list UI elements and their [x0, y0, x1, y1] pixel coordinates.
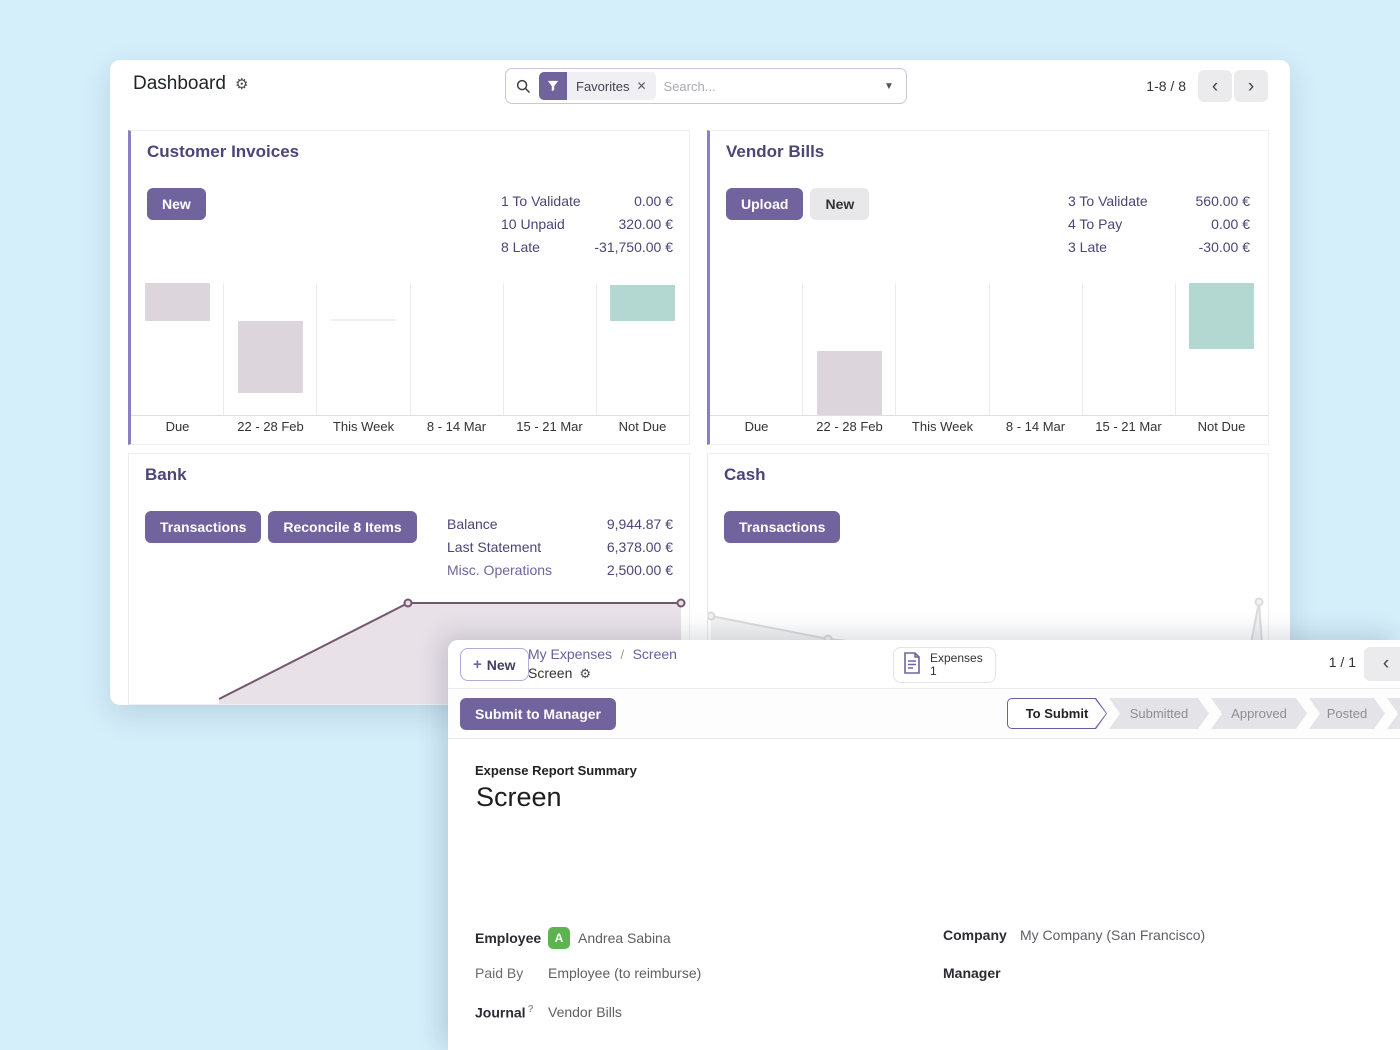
- stat-misc-operations[interactable]: Misc. Operations 2,500.00 €: [447, 559, 673, 582]
- bar-22-28-feb: [817, 351, 882, 415]
- smart-button-count: 1: [930, 665, 983, 678]
- bank-transactions-button[interactable]: Transactions: [145, 511, 261, 543]
- bar-22-28-feb: [238, 321, 303, 393]
- caret-down-icon[interactable]: ▼: [872, 69, 906, 103]
- customer-invoices-bar-chart[interactable]: [131, 283, 689, 416]
- record-pager-count: 1 / 1: [1329, 654, 1356, 670]
- upload-bill-button[interactable]: Upload: [726, 188, 803, 220]
- new-invoice-button[interactable]: New: [147, 188, 206, 220]
- reconcile-button[interactable]: Reconcile 8 Items: [268, 511, 416, 543]
- stat-last-statement: Last Statement 6,378.00 €: [447, 536, 673, 559]
- status-posted[interactable]: Posted: [1309, 698, 1385, 729]
- new-bill-button[interactable]: New: [810, 188, 869, 220]
- card-title[interactable]: Cash: [724, 465, 766, 485]
- filter-icon: [539, 72, 567, 100]
- document-icon: [902, 652, 922, 679]
- control-panel: Dashboard ⚙ Favorites ✕ ▼ 1-8 / 8 ‹ ›: [110, 60, 1290, 112]
- close-icon[interactable]: ✕: [636, 79, 655, 93]
- x-axis-labels: Due 22 - 28 Feb This Week 8 - 14 Mar 15 …: [131, 419, 689, 434]
- bar-not-due: [610, 285, 675, 321]
- card-title[interactable]: Customer Invoices: [147, 142, 299, 162]
- status-done[interactable]: Done: [1387, 698, 1400, 729]
- field-manager[interactable]: Manager: [943, 965, 1020, 981]
- stat-late[interactable]: 8 Late -31,750.00 €: [501, 236, 673, 259]
- search-facet-favorites[interactable]: Favorites ✕: [539, 72, 656, 100]
- dashboard-pager: 1-8 / 8 ‹ ›: [1146, 70, 1268, 102]
- status-submitted[interactable]: Submitted: [1109, 698, 1209, 729]
- record-title: Screen: [528, 664, 572, 683]
- chevron-right-icon[interactable]: ›: [1234, 70, 1268, 102]
- field-employee[interactable]: Employee A Andrea Sabina: [475, 927, 671, 949]
- accounting-dashboard-window: Dashboard ⚙ Favorites ✕ ▼ 1-8 / 8 ‹ ›: [110, 60, 1290, 705]
- search-icon: [516, 79, 531, 94]
- page-title: Dashboard ⚙: [133, 73, 248, 95]
- stat-to-validate[interactable]: 1 To Validate 0.00 €: [501, 190, 673, 213]
- expense-control-panel: + New My Expenses / Screen Screen ⚙ Expe…: [448, 640, 1400, 689]
- cash-transactions-button[interactable]: Transactions: [724, 511, 840, 543]
- stat-balance: Balance 9,944.87 €: [447, 513, 673, 536]
- stat-unpaid[interactable]: 10 Unpaid 320.00 €: [501, 213, 673, 236]
- breadcrumb: My Expenses / Screen Screen ⚙: [528, 645, 677, 683]
- smart-button-label: Expenses: [930, 652, 983, 665]
- stat-to-validate[interactable]: 3 To Validate 560.00 €: [1068, 190, 1250, 213]
- x-axis-labels: Due 22 - 28 Feb This Week 8 - 14 Mar 15 …: [710, 419, 1268, 434]
- gear-icon[interactable]: ⚙: [579, 667, 591, 680]
- expenses-smart-button[interactable]: Expenses 1: [893, 647, 996, 683]
- page-title-text: Dashboard: [133, 73, 226, 95]
- gear-icon[interactable]: ⚙: [235, 77, 248, 92]
- bar-due: [145, 283, 210, 321]
- help-icon: ?: [528, 1004, 534, 1015]
- statusbar: Submit to Manager To Submit Submitted Ap…: [448, 689, 1400, 739]
- field-company[interactable]: Company My Company (San Francisco): [943, 927, 1205, 943]
- new-expense-button[interactable]: + New: [460, 648, 529, 681]
- search-input[interactable]: [656, 79, 872, 94]
- status-to-submit[interactable]: To Submit: [1007, 698, 1107, 729]
- avatar: A: [548, 927, 570, 949]
- bar-this-week: [331, 319, 396, 321]
- bar-not-due: [1189, 283, 1254, 349]
- expense-report-window: + New My Expenses / Screen Screen ⚙ Expe…: [448, 640, 1400, 1050]
- card-title[interactable]: Bank: [145, 465, 187, 485]
- plus-icon: +: [473, 656, 482, 673]
- breadcrumb-my-expenses[interactable]: My Expenses: [528, 646, 612, 662]
- field-journal[interactable]: Journal? Vendor Bills: [475, 1004, 622, 1021]
- card-title[interactable]: Vendor Bills: [726, 142, 824, 162]
- status-pipeline: To Submit Submitted Approved Posted Done: [1005, 698, 1400, 729]
- field-paid-by[interactable]: Paid By Employee (to reimburse): [475, 965, 701, 981]
- summary-field-label: Expense Report Summary: [475, 763, 637, 778]
- chevron-left-icon[interactable]: ‹: [1198, 70, 1232, 102]
- breadcrumb-current[interactable]: Screen: [633, 646, 677, 662]
- stat-to-pay[interactable]: 4 To Pay 0.00 €: [1068, 213, 1250, 236]
- vendor-bills-bar-chart[interactable]: [710, 283, 1268, 416]
- status-approved[interactable]: Approved: [1211, 698, 1307, 729]
- card-vendor-bills[interactable]: Vendor Bills Upload New 3 To Validate 56…: [707, 130, 1269, 445]
- card-customer-invoices[interactable]: Customer Invoices New 1 To Validate 0.00…: [128, 130, 690, 445]
- search-bar[interactable]: Favorites ✕ ▼: [505, 68, 907, 104]
- chevron-left-icon[interactable]: ‹: [1364, 647, 1400, 681]
- stat-late[interactable]: 3 Late -30.00 €: [1068, 236, 1250, 259]
- submit-to-manager-button[interactable]: Submit to Manager: [460, 698, 616, 730]
- facet-label: Favorites: [567, 79, 636, 94]
- pager-count: 1-8 / 8: [1146, 78, 1186, 94]
- summary-field-value[interactable]: Screen: [476, 782, 562, 813]
